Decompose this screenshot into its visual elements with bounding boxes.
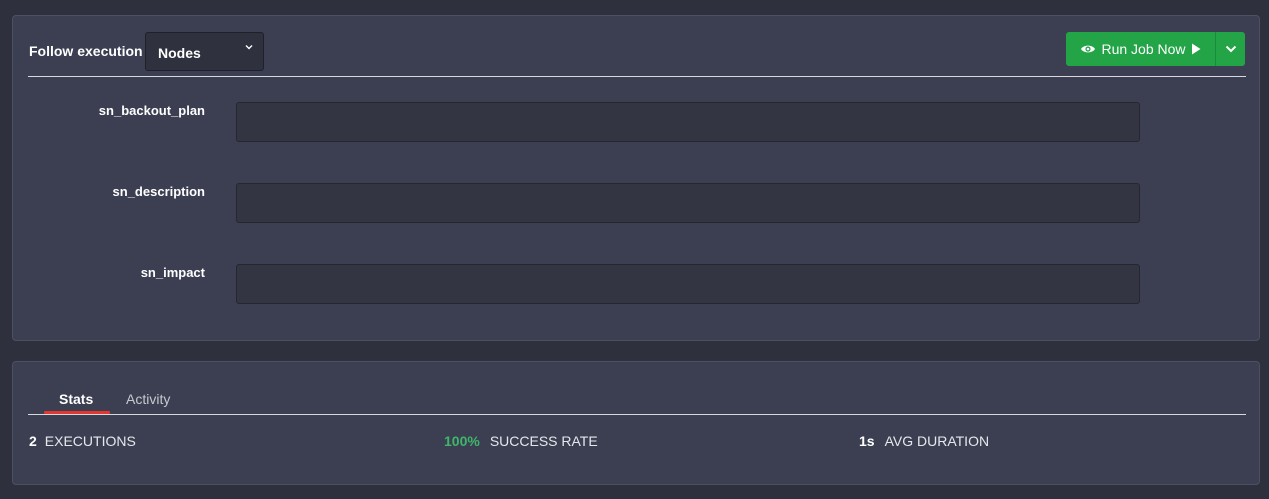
option-input-sn-description[interactable] [236, 183, 1140, 223]
header-divider [28, 76, 1246, 77]
option-label-sn-backout-plan: sn_backout_plan [98, 103, 205, 118]
follow-execution-label: Follow execution [29, 43, 143, 59]
job-options-panel: Follow execution Nodes Run Job Now sn_ba… [12, 15, 1260, 341]
eye-icon [1081, 45, 1096, 53]
option-input-sn-impact[interactable] [236, 264, 1140, 304]
option-label-sn-impact: sn_impact [140, 265, 205, 280]
stat-success-rate-label: SUCCESS RATE [489, 433, 598, 449]
stat-avg-duration-label: AVG DURATION [884, 433, 990, 449]
stat-success-rate-value: 100% [444, 433, 480, 449]
stat-success-rate: 100% SUCCESS RATE [444, 433, 598, 449]
chevron-down-icon [1225, 45, 1236, 53]
tab-stats[interactable]: Stats [59, 391, 93, 407]
tabs-divider [28, 414, 1246, 415]
play-icon [1191, 43, 1201, 55]
option-input-sn-backout-plan[interactable] [236, 102, 1140, 142]
run-job-now-label: Run Job Now [1101, 41, 1186, 57]
follow-execution-select[interactable]: Nodes [145, 32, 264, 71]
option-label-sn-description: sn_description [112, 184, 205, 199]
tab-activity[interactable]: Activity [126, 391, 170, 407]
stat-executions-value: 2 [29, 433, 37, 449]
stat-executions: 2 EXECUTIONS [29, 433, 136, 449]
stat-executions-label: EXECUTIONS [44, 433, 136, 449]
job-stats-panel: Stats Activity 2 EXECUTIONS 100% SUCCESS R… [12, 361, 1260, 485]
stat-avg-duration-value: 1s [859, 433, 875, 449]
run-job-now-button[interactable]: Run Job Now [1066, 32, 1215, 66]
stat-avg-duration: 1s AVG DURATION [859, 433, 989, 449]
follow-execution-value: Nodes [158, 45, 201, 61]
run-job-menu-button[interactable] [1215, 32, 1245, 66]
chevron-down-icon [245, 45, 253, 50]
